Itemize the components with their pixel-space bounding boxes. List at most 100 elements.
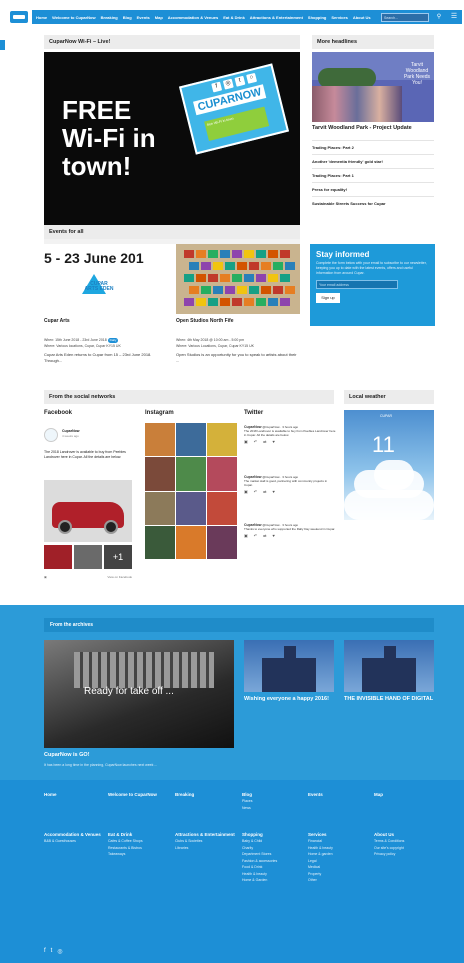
facebook-icon[interactable]: f — [44, 948, 46, 955]
tweet-image-icon[interactable]: ▣ — [244, 440, 248, 444]
post-thumb[interactable] — [74, 545, 102, 569]
wifi-panel: CuparNow Wi-Fi – Live! FREE Wi-Fi in tow… — [44, 35, 300, 244]
headline-item[interactable]: Trading Places: Part 1 — [312, 168, 434, 178]
menu-icon[interactable]: ☰ — [449, 12, 459, 22]
post-footer: ▣ View on Facebook — [44, 575, 132, 579]
post-thumb-more[interactable]: +1 — [104, 545, 132, 569]
reply-icon[interactable]: ↶ — [254, 490, 257, 494]
studio-tile — [220, 274, 230, 282]
event-when: When: 4th May 2018 @ 10:00 am - 5:00 pm — [176, 338, 245, 342]
wifi-image[interactable]: FREE Wi-Fi in town! f ◎ t ○ CUPARNOW fre… — [44, 52, 300, 228]
facebook-small-icon[interactable]: ▣ — [44, 575, 47, 579]
email-field[interactable]: Your email address — [316, 280, 398, 289]
archive-image[interactable] — [344, 640, 434, 692]
instagram-photo[interactable] — [207, 525, 237, 559]
archive-image[interactable] — [244, 640, 334, 692]
headline-title[interactable]: Tarvit Woodland Park - Project Update — [312, 125, 434, 131]
instagram-photo[interactable] — [145, 423, 175, 457]
archive-title[interactable]: CuparNow is GO! — [44, 752, 90, 758]
studio-tile — [273, 262, 283, 270]
footer-link[interactable]: Libraries — [175, 845, 235, 852]
footer-link[interactable]: Privacy policy — [374, 851, 434, 858]
instagram-photo[interactable] — [145, 457, 175, 491]
nav-events[interactable]: Events — [137, 15, 150, 20]
retweet-icon[interactable]: ⇄ — [263, 440, 266, 444]
headline-item[interactable]: Press for equality! — [312, 182, 434, 192]
nav-shopping[interactable]: Shopping — [308, 15, 326, 20]
footer-link[interactable]: Takeaways — [108, 851, 168, 858]
facebook-title: Facebook — [44, 410, 73, 416]
footer-link-breaking[interactable]: Breaking — [175, 792, 233, 798]
footer-link[interactable]: News — [242, 805, 300, 812]
archive-item-title[interactable]: THE INVISIBLE HAND OF DIGITAL — [344, 696, 434, 703]
search-input[interactable]: Search... — [381, 12, 429, 22]
instagram-photo[interactable] — [207, 491, 237, 525]
instagram-photo[interactable] — [176, 423, 206, 457]
nav-breaking[interactable]: Breaking — [101, 15, 118, 20]
nav-eat-drink[interactable]: Eat & Drink — [223, 15, 245, 20]
retweet-icon[interactable]: ⇄ — [263, 490, 266, 494]
signup-button[interactable]: Sign up — [316, 293, 340, 303]
reply-icon[interactable]: ↶ — [254, 440, 257, 444]
event-title[interactable]: Open Studios North Fife — [176, 318, 234, 324]
side-tab[interactable] — [0, 40, 5, 50]
tweet-image-icon[interactable]: ▣ — [244, 490, 248, 494]
event-image-open-studios[interactable] — [176, 244, 300, 314]
instagram-icon[interactable]: ◎ — [57, 948, 62, 955]
nav-home[interactable]: Home — [36, 15, 47, 20]
instagram-photo[interactable] — [176, 491, 206, 525]
footer-link-home[interactable]: Home — [44, 792, 102, 798]
studio-tile — [285, 262, 295, 270]
reply-icon[interactable]: ↶ — [254, 534, 257, 538]
nav-accommodation[interactable]: Accommodation & Venues — [168, 15, 218, 20]
weather-widget[interactable]: CUPAR 11 — [344, 410, 434, 520]
instagram-photo[interactable] — [207, 457, 237, 491]
like-icon[interactable]: ♥ — [273, 534, 275, 538]
tweet-image-icon[interactable]: ▣ — [244, 534, 248, 538]
archive-main-image[interactable]: Ready for take off ... — [44, 640, 234, 748]
headline-item[interactable]: Sustainable Streets Success for Cupar — [312, 196, 434, 206]
footer-link-map[interactable]: Map — [374, 792, 432, 798]
headline-item[interactable]: Another 'dementia friendly' gold star! — [312, 154, 434, 164]
facebook-icon: f — [211, 81, 223, 93]
footer-link[interactable]: B&B & Guesthouses — [44, 838, 104, 845]
footer-link-events[interactable]: Events — [308, 792, 366, 798]
twitter-icon[interactable]: t — [51, 948, 53, 955]
post-image[interactable] — [44, 480, 132, 542]
instagram-photo[interactable] — [176, 457, 206, 491]
weather-heading: Local weather — [344, 390, 434, 404]
nav-about[interactable]: About Us — [353, 15, 371, 20]
instagram-grid — [145, 423, 237, 559]
view-on-facebook-link[interactable]: View on Facebook — [107, 575, 132, 579]
nav-welcome[interactable]: Welcome to CuparNow — [52, 15, 96, 20]
headline-image[interactable]: Tarvit Woodland Park Needs You! — [312, 52, 434, 122]
studio-tile — [196, 274, 206, 282]
site-logo[interactable] — [10, 11, 28, 23]
footer-link[interactable]: Home & Garden — [242, 877, 302, 884]
archive-item-title[interactable]: Wishing everyone a happy 2016! — [244, 696, 334, 703]
like-icon[interactable]: ♥ — [273, 490, 275, 494]
footer-link-welcome[interactable]: Welcome to CuparNow — [108, 792, 166, 798]
nav-attractions[interactable]: Attractions & Entertainment — [250, 15, 303, 20]
footer-link[interactable]: Other — [308, 877, 368, 884]
studio-tile — [261, 262, 271, 270]
post-author[interactable]: CuparNow — [62, 429, 80, 433]
instagram-photo[interactable] — [145, 525, 175, 559]
twitter-icon: t — [234, 75, 246, 87]
nav-services[interactable]: Services — [331, 15, 347, 20]
event-image-cupar-arts[interactable]: 5 - 23 June 201 CUPAR ARTS EDEN — [44, 244, 168, 314]
headline-item[interactable]: Trading Places: Part 2 — [312, 140, 434, 150]
retweet-icon[interactable]: ⇄ — [263, 534, 266, 538]
instagram-photo[interactable] — [207, 423, 237, 457]
post-thumb[interactable] — [44, 545, 72, 569]
nav-map[interactable]: Map — [155, 15, 163, 20]
like-icon[interactable]: ♥ — [273, 440, 275, 444]
instagram-photo[interactable] — [176, 525, 206, 559]
search-icon[interactable]: ⚲ — [434, 12, 444, 22]
event-description: Cupar Arts Eden returns to Cupar from 15… — [44, 352, 152, 363]
studio-tile — [220, 250, 230, 258]
instagram-photo[interactable] — [145, 491, 175, 525]
studio-tile — [268, 250, 278, 258]
event-title[interactable]: Cupar Arts — [44, 318, 70, 324]
nav-blog[interactable]: Blog — [123, 15, 132, 20]
